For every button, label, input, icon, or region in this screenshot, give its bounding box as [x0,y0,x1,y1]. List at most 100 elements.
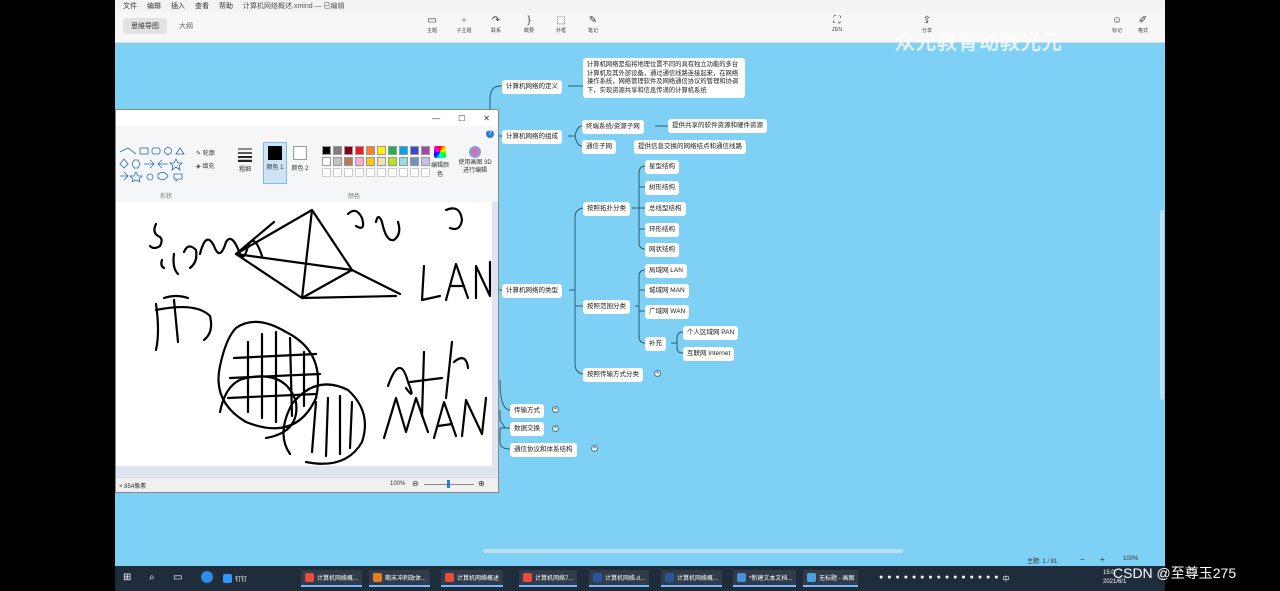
zoom-level[interactable]: 100% [1123,556,1138,562]
node-supplement[interactable]: 补充 [645,337,666,351]
node-lan[interactable]: 局域网 LAN [645,264,687,278]
node-transmission-mode[interactable]: 传输方式 [510,404,544,418]
paint-zoom-thumb[interactable] [447,480,450,488]
node-comm-subnet[interactable]: 通信子网 [582,140,616,154]
edit-colors-button[interactable]: 编辑颜色 [430,146,450,178]
custom-color-slot[interactable] [322,168,331,177]
tray-app-icon[interactable]: ● [978,574,982,584]
tray-app-icon[interactable]: ● [953,574,957,584]
custom-color-slot[interactable] [344,168,353,177]
help-icon[interactable]: ? [486,130,494,138]
color-swatch[interactable] [366,146,375,155]
shapes-gallery[interactable] [118,146,192,182]
custom-color-slot[interactable] [399,168,408,177]
taskbar-item-dingtalk[interactable]: 钉钉 [219,570,251,587]
expand-transmission-mode-icon[interactable]: + [552,406,559,413]
node-pan[interactable]: 个人区域网 PAN [683,326,739,340]
custom-color-slot[interactable] [421,168,430,177]
node-transmission-type[interactable]: 按照传输方式分类 [583,368,643,382]
node-composition[interactable]: 计算机网络的组成 [502,130,562,144]
taskbar-item[interactable]: 计算机网络.d... [589,570,650,587]
taskbar-item[interactable]: 期末冲刺政体... [369,570,431,587]
custom-color-slot[interactable] [410,168,419,177]
tray-app-icon[interactable]: ● [895,574,899,584]
expand-transmission-type-icon[interactable]: + [654,370,661,377]
tray-app-icon[interactable]: ● [994,574,998,584]
node-internet[interactable]: 互联网 Internet [683,347,735,361]
node-topology[interactable]: 按照拓扑分类 [583,202,630,216]
color-swatch[interactable] [388,157,397,166]
color-swatch[interactable] [355,146,364,155]
color-swatch[interactable] [322,157,331,166]
search-icon[interactable]: ⌕ [149,572,155,583]
taskbar-item[interactable]: 计算机网络7... [519,570,578,587]
tray-app-icon[interactable]: ● [928,574,932,584]
start-icon[interactable]: ⊞ [123,572,131,583]
zoom-in-icon[interactable]: + [1100,555,1105,564]
node-data-exchange[interactable]: 数据交换 [510,422,544,436]
node-topology-star[interactable]: 星型结构 [645,160,679,174]
tray-app-icon[interactable]: ● [879,574,883,584]
paint3d-button[interactable]: 使用画图 3D 进行编辑 [456,146,494,176]
custom-color-slot[interactable] [366,168,375,177]
expand-protocols-icon[interactable]: + [591,445,598,452]
tray-app-icon[interactable]: ● [945,574,949,584]
fill-dropdown[interactable]: ◈ 填充 [196,161,214,170]
paint-zoom-out-icon[interactable]: ⊖ [412,479,419,488]
color-swatch[interactable] [399,157,408,166]
color-swatch[interactable] [421,157,430,166]
color-swatch[interactable] [366,157,375,166]
node-man[interactable]: 城域网 MAN [645,284,689,298]
tray-app-icon[interactable]: ● [904,574,908,584]
maximize-icon[interactable]: ☐ [458,114,465,123]
color-swatch[interactable] [344,157,353,166]
tray-app-icon[interactable]: ● [986,574,990,584]
color-swatch[interactable] [333,157,342,166]
tray-app-icon[interactable]: ● [887,574,891,584]
paint-zoom-in-icon[interactable]: ⊕ [478,479,485,488]
thickness-button[interactable]: 粗细 [236,146,254,173]
color-swatch[interactable] [410,157,419,166]
taskbar-item[interactable]: 无标题 - 画图 [803,570,859,587]
node-definition[interactable]: 计算机网络的定义 [502,80,562,94]
node-types[interactable]: 计算机网络的类型 [502,284,562,298]
custom-color-slot[interactable] [388,168,397,177]
tray-app-icon[interactable]: ● [961,574,965,584]
outline-dropdown[interactable]: ✎ 轮廓 [196,148,215,157]
custom-color-slot[interactable] [377,168,386,177]
taskbar-item[interactable]: *新建文本文档... [733,570,797,587]
color1-button[interactable]: 颜色 1 [263,142,287,184]
tray-app-icon[interactable]: ● [937,574,941,584]
taskbar-item[interactable]: 计算机网络概述 [441,570,504,587]
expand-data-exchange-icon[interactable]: + [552,425,559,432]
custom-color-slot[interactable] [355,168,364,177]
tray-app-icon[interactable]: ● [912,574,916,584]
color-swatch[interactable] [377,146,386,155]
color-swatch[interactable] [399,146,408,155]
node-topology-ring[interactable]: 环形结构 [645,223,679,237]
zoom-out-icon[interactable]: − [1080,555,1085,564]
node-range[interactable]: 按照范围分类 [583,300,630,314]
color-swatch[interactable] [322,146,331,155]
vertical-scrollbar[interactable] [1160,210,1164,400]
node-topology-mesh[interactable]: 网状结构 [645,243,679,257]
close-icon[interactable]: ✕ [483,114,490,123]
paint-canvas[interactable] [116,202,492,466]
color-swatch[interactable] [410,146,419,155]
input-method[interactable]: 中 [1003,574,1010,584]
node-protocols[interactable]: 通信协议和体系结构 [510,443,577,457]
color2-button[interactable]: 颜色 2 [289,142,311,172]
tray-app-icon[interactable]: ● [970,574,974,584]
node-definition-text[interactable]: 计算机网络是指将地理位置不同的具有独立功能的多台计算机及其外部设备，通过通信线路… [583,58,745,98]
taskbar-item[interactable]: 计算机网络概... [301,570,363,587]
tray-app-icon[interactable]: ● [920,574,924,584]
browser-icon[interactable] [201,571,213,583]
node-resource-subnet[interactable]: 终端系统/资源子网 [582,120,644,134]
node-comm-subnet-desc[interactable]: 提供信息交换的网络结点和通信线路 [634,140,746,154]
node-topology-tree[interactable]: 树形结构 [645,181,679,195]
task-view-icon[interactable]: ▭ [173,572,182,583]
color-swatch[interactable] [355,157,364,166]
color-swatch[interactable] [344,146,353,155]
color-swatch[interactable] [377,157,386,166]
taskbar-item[interactable]: 计算机网络概... [661,570,723,587]
